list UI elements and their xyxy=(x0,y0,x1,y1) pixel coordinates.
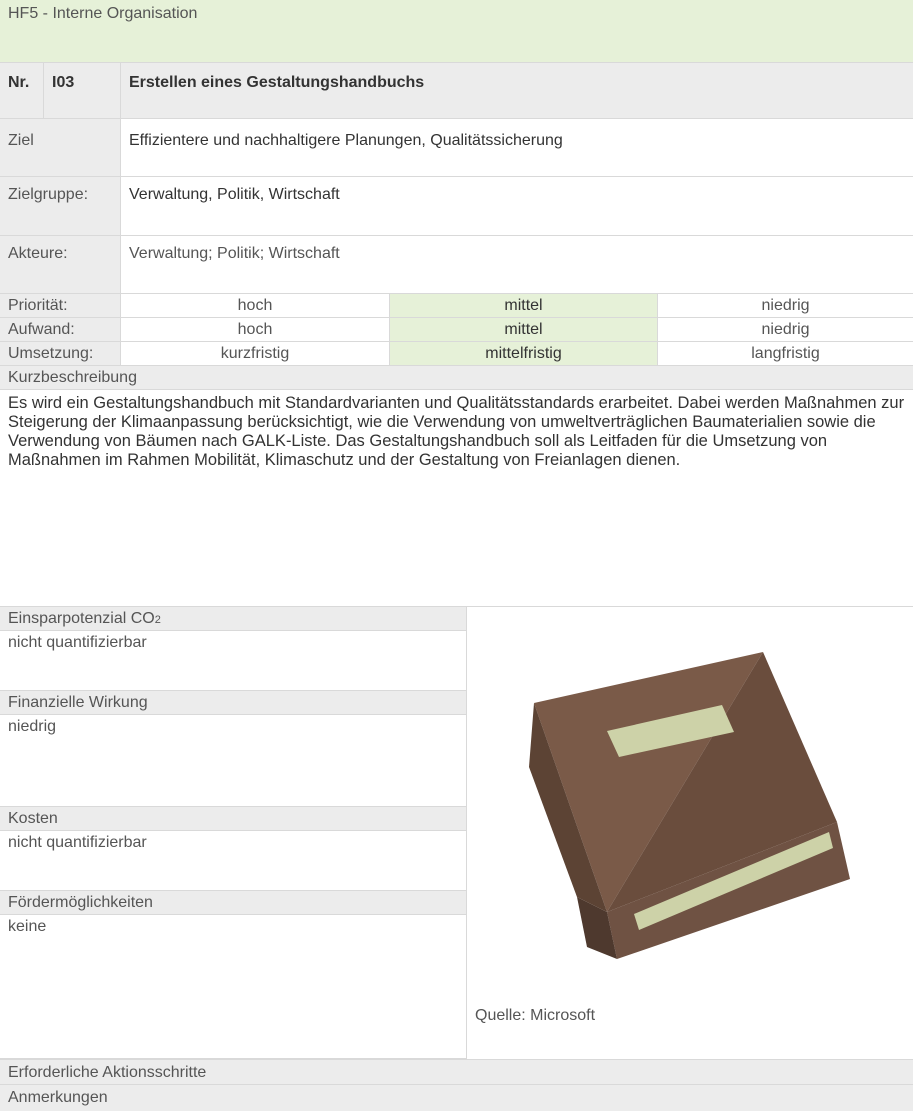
zielgruppe-value: Verwaltung, Politik, Wirtschaft xyxy=(129,186,340,203)
rating-option-selected: mittel xyxy=(390,318,658,341)
rating-option: niedrig xyxy=(761,297,810,314)
prioritaet-label: Priorität: xyxy=(0,294,121,317)
zielgruppe-row: Zielgruppe: Verwaltung, Politik, Wirtsch… xyxy=(0,177,913,236)
co2-header: Einsparpotenzial CO2 xyxy=(0,607,467,631)
finanz-value: niedrig xyxy=(0,715,467,807)
finanz-label: Finanzielle Wirkung xyxy=(0,691,467,715)
foerder-label: Fördermöglichkeiten xyxy=(0,891,467,915)
ziel-label: Ziel xyxy=(0,119,121,176)
image-caption: Quelle: Microsoft xyxy=(475,1007,596,1024)
co2-label: Einsparpotenzial CO xyxy=(8,610,155,627)
akteure-row: Akteure: Verwaltung; Politik; Wirtschaft xyxy=(0,236,913,294)
kosten-label: Kosten xyxy=(0,807,467,831)
kosten-value: nicht quantifizierbar xyxy=(0,831,467,891)
description-text: Es wird ein Gestaltungshandbuch mit Stan… xyxy=(8,394,905,469)
ziel-row: Ziel Effizientere und nachhaltigere Plan… xyxy=(0,119,913,177)
rating-option: kurzfristig xyxy=(121,342,390,365)
nr-label: Nr. xyxy=(0,63,44,118)
rating-option: hoch xyxy=(121,318,390,341)
akteure-value: Verwaltung; Politik; Wirtschaft xyxy=(129,245,340,262)
description-body: Es wird ein Gestaltungshandbuch mit Stan… xyxy=(0,390,913,607)
steps-label: Erforderliche Aktionsschritte xyxy=(8,1064,207,1081)
measure-title-row: Nr. I03 Erstellen eines Gestaltungshandb… xyxy=(0,63,913,119)
ziel-value: Effizientere und nachhaltigere Planungen… xyxy=(129,132,563,149)
measure-title: Erstellen eines Gestaltungshandbuchs xyxy=(129,74,425,91)
rating-option: hoch xyxy=(121,294,390,317)
book-icon xyxy=(529,652,850,959)
aufwand-row: Aufwand: hoch mittel niedrig xyxy=(0,318,913,342)
measure-sheet: HF5 - Interne Organisation Nr. I03 Erste… xyxy=(0,0,913,1111)
category-title: HF5 - Interne Organisation xyxy=(8,5,198,22)
umsetzung-label: Umsetzung: xyxy=(0,342,121,365)
description-label: Kurzbeschreibung xyxy=(8,369,137,386)
category-header: HF5 - Interne Organisation xyxy=(0,0,913,63)
zielgruppe-label: Zielgruppe: xyxy=(0,177,121,235)
akteure-label: Akteure: xyxy=(0,236,121,293)
rating-option-selected: mittelfristig xyxy=(390,342,658,365)
image-panel: Quelle: Microsoft xyxy=(467,607,913,1059)
rating-option: niedrig xyxy=(761,321,810,338)
aufwand-label: Aufwand: xyxy=(0,318,121,341)
rating-option-selected: mittel xyxy=(390,294,658,317)
co2-subscript: 2 xyxy=(154,614,161,626)
description-header: Kurzbeschreibung xyxy=(0,366,913,390)
foerder-value: keine xyxy=(0,915,467,1059)
notes-label: Anmerkungen xyxy=(8,1089,108,1106)
rating-option: langfristig xyxy=(751,345,820,362)
notes-header: Anmerkungen xyxy=(0,1085,913,1111)
prioritaet-row: Priorität: hoch mittel niedrig xyxy=(0,294,913,318)
steps-header: Erforderliche Aktionsschritte xyxy=(0,1059,913,1085)
umsetzung-row: Umsetzung: kurzfristig mittelfristig lan… xyxy=(0,342,913,366)
measure-number: I03 xyxy=(44,63,121,118)
co2-value: nicht quantifizierbar xyxy=(0,631,467,691)
